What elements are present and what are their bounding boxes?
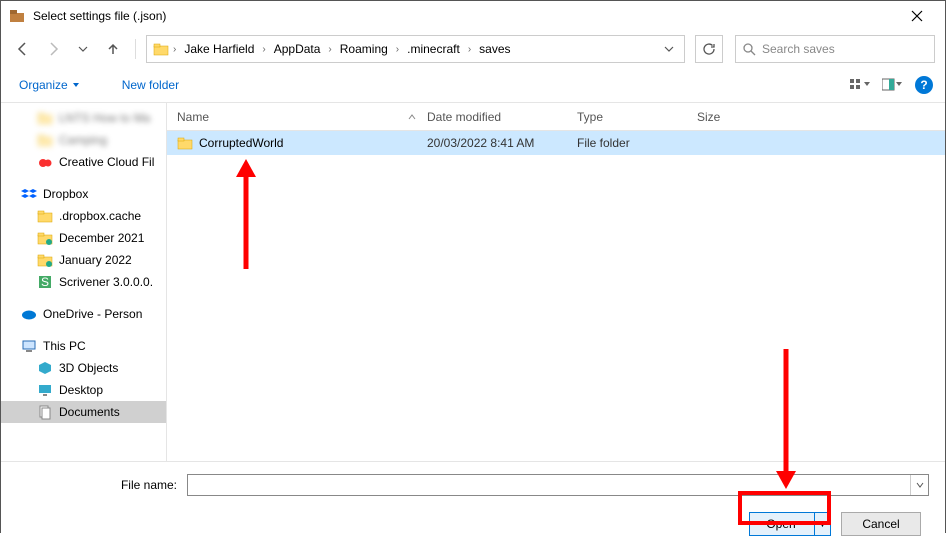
chevron-right-icon[interactable]: › xyxy=(262,44,265,55)
sidebar-item[interactable]: LNTS How to Ma xyxy=(1,107,166,129)
breadcrumb-item[interactable]: Jake Harfield xyxy=(180,40,258,58)
back-button[interactable] xyxy=(11,37,35,61)
pc-icon xyxy=(21,338,37,354)
objects-3d-icon xyxy=(37,360,53,376)
column-type[interactable]: Type xyxy=(577,110,697,124)
search-input[interactable]: Search saves xyxy=(735,35,935,63)
svg-text:S: S xyxy=(41,275,49,289)
sidebar: LNTS How to Ma Camping Creative Cloud Fi… xyxy=(1,103,167,461)
file-list: CorruptedWorld 20/03/2022 8:41 AM File f… xyxy=(167,131,945,461)
file-row[interactable]: CorruptedWorld 20/03/2022 8:41 AM File f… xyxy=(167,131,945,155)
chevron-right-icon[interactable]: › xyxy=(468,44,471,55)
documents-icon xyxy=(37,404,53,420)
recent-dropdown[interactable] xyxy=(71,37,95,61)
dropbox-icon xyxy=(21,186,37,202)
breadcrumb-item[interactable]: .minecraft xyxy=(403,40,464,58)
refresh-button[interactable] xyxy=(695,35,723,63)
app-icon xyxy=(9,8,25,24)
filename-label: File name: xyxy=(17,478,187,492)
up-button[interactable] xyxy=(101,37,125,61)
open-dropdown[interactable]: ▼ xyxy=(814,513,830,535)
sidebar-item-desktop[interactable]: Desktop xyxy=(1,379,166,401)
sidebar-item[interactable]: SScrivener 3.0.0.0. xyxy=(1,271,166,293)
window-title: Select settings file (.json) xyxy=(33,9,897,23)
new-folder-button[interactable]: New folder xyxy=(116,74,185,96)
open-button[interactable]: Open▼ xyxy=(749,512,831,536)
sidebar-item-3d-objects[interactable]: 3D Objects xyxy=(1,357,166,379)
chevron-right-icon[interactable]: › xyxy=(173,44,176,55)
address-bar[interactable]: › Jake Harfield › AppData › Roaming › .m… xyxy=(146,35,685,63)
help-button[interactable]: ? xyxy=(915,76,933,94)
column-headers[interactable]: Name Date modified Type Size xyxy=(167,103,945,131)
forward-button[interactable] xyxy=(41,37,65,61)
chevron-right-icon[interactable]: › xyxy=(328,44,331,55)
filename-input[interactable] xyxy=(187,474,929,496)
sort-indicator-icon xyxy=(407,113,417,121)
sidebar-item[interactable]: Camping xyxy=(1,129,166,151)
sidebar-item-creative-cloud[interactable]: Creative Cloud Fil xyxy=(1,151,166,173)
folder-icon xyxy=(153,41,169,57)
file-type: File folder xyxy=(577,136,697,150)
filename-dropdown[interactable] xyxy=(910,475,928,495)
onedrive-icon xyxy=(21,306,37,322)
sidebar-item-documents[interactable]: Documents xyxy=(1,401,166,423)
view-options-button[interactable] xyxy=(847,73,875,97)
breadcrumb-item[interactable]: Roaming xyxy=(336,40,392,58)
sidebar-item-dropbox[interactable]: Dropbox xyxy=(1,183,166,205)
breadcrumb-item[interactable]: AppData xyxy=(270,40,325,58)
search-icon xyxy=(742,42,756,56)
file-date: 20/03/2022 8:41 AM xyxy=(427,136,577,150)
close-button[interactable] xyxy=(897,2,937,30)
creative-cloud-icon xyxy=(37,154,53,170)
preview-pane-button[interactable] xyxy=(879,73,907,97)
folder-icon xyxy=(177,135,193,151)
chevron-right-icon[interactable]: › xyxy=(396,44,399,55)
search-placeholder: Search saves xyxy=(762,42,835,56)
sidebar-item[interactable]: January 2022 xyxy=(1,249,166,271)
sidebar-item[interactable]: .dropbox.cache xyxy=(1,205,166,227)
sidebar-item[interactable]: December 2021 xyxy=(1,227,166,249)
scrivener-icon: S xyxy=(37,274,53,290)
column-date[interactable]: Date modified xyxy=(427,110,577,124)
column-size[interactable]: Size xyxy=(697,110,777,124)
sidebar-item-onedrive[interactable]: OneDrive - Person xyxy=(1,303,166,325)
cancel-button[interactable]: Cancel xyxy=(841,512,921,536)
organize-button[interactable]: Organize xyxy=(13,74,86,96)
file-name: CorruptedWorld xyxy=(199,136,427,150)
chevron-down-icon xyxy=(72,81,80,89)
column-name[interactable]: Name xyxy=(177,110,209,124)
address-dropdown[interactable] xyxy=(660,44,678,54)
breadcrumb-item[interactable]: saves xyxy=(475,40,514,58)
desktop-icon xyxy=(37,382,53,398)
sidebar-item-this-pc[interactable]: This PC xyxy=(1,335,166,357)
